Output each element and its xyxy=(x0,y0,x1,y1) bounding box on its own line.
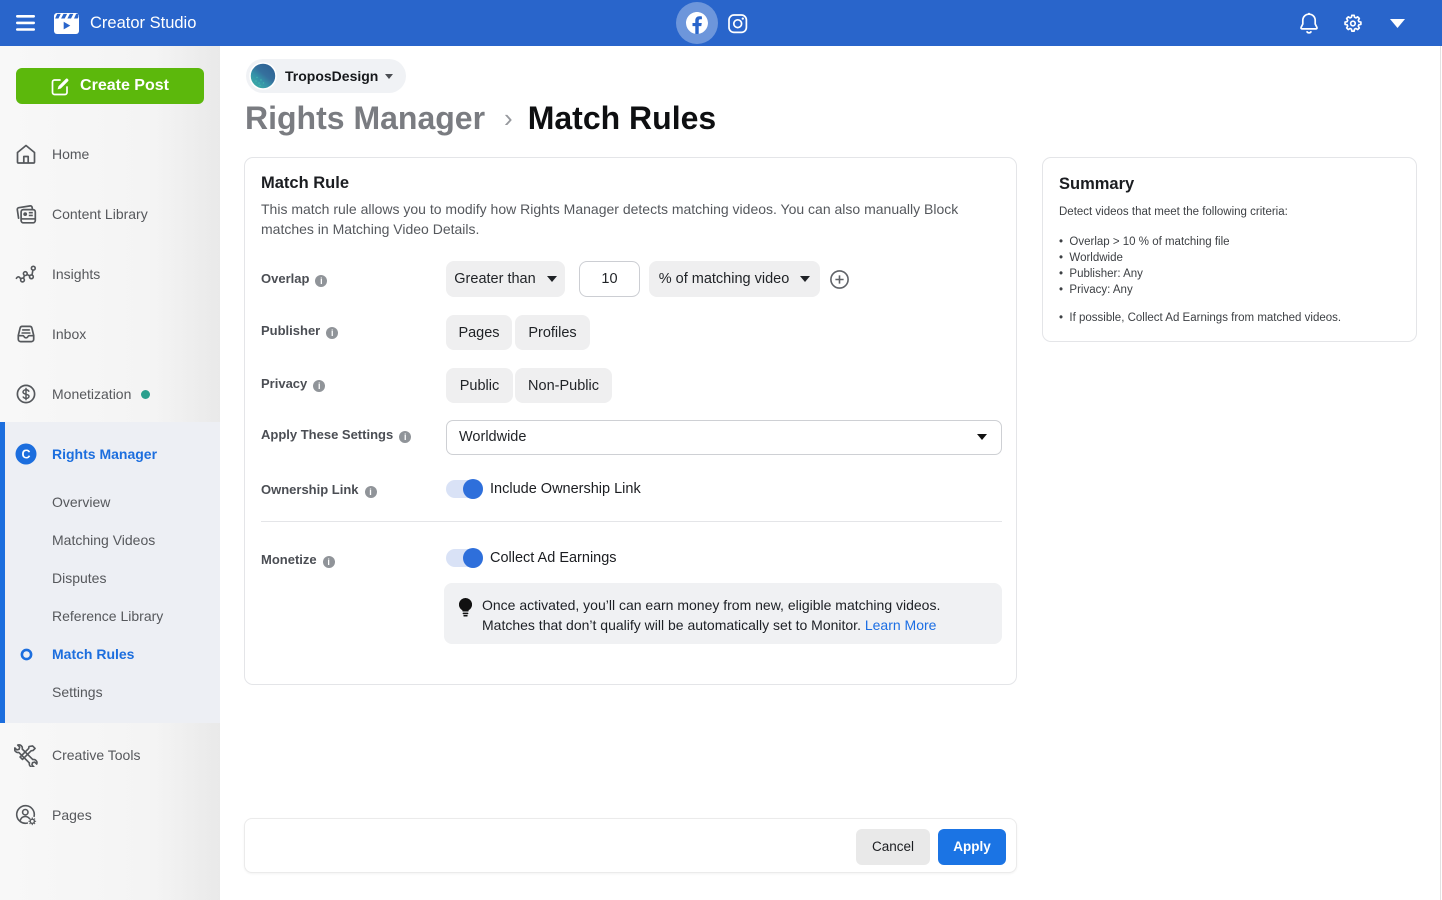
svg-text:C: C xyxy=(21,447,30,461)
